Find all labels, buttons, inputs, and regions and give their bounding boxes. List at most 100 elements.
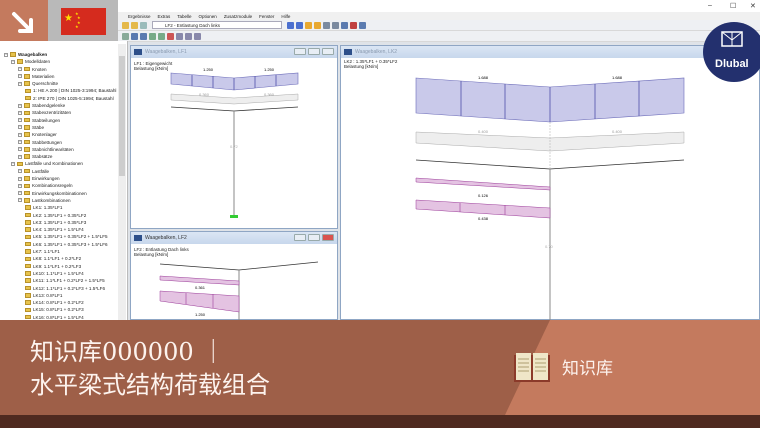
expand-icon[interactable]: − (4, 52, 8, 57)
menu-tabelle[interactable]: Tabelle (177, 14, 191, 19)
view-window-lf1[interactable]: Waagebalken, LF1 LF1 : Eigengewicht Bela… (130, 45, 338, 229)
load-value: 1.688 (612, 75, 623, 80)
view-z-icon[interactable] (167, 32, 174, 40)
load-value: 1.250 (195, 312, 206, 317)
tree-item[interactable]: 1: HE A 200 | DIN 1025-3:1994; Baustahl (25, 87, 116, 94)
render-icon[interactable] (341, 21, 348, 29)
expand-icon[interactable]: − (18, 132, 22, 137)
next-icon[interactable] (296, 21, 303, 29)
print-icon[interactable] (140, 21, 147, 29)
view-icon[interactable] (323, 21, 330, 29)
results-icon[interactable] (305, 21, 312, 29)
tree-item[interactable]: − Stabsätze (18, 153, 52, 160)
zoom-icon[interactable] (131, 32, 138, 40)
expand-icon[interactable]: − (18, 140, 22, 144)
save-icon[interactable] (131, 21, 138, 29)
load-icon[interactable] (194, 32, 201, 40)
tree-item[interactable]: − Lastfälle und Kombinationen (11, 160, 83, 167)
expand-icon[interactable]: − (18, 110, 22, 115)
tree-item[interactable]: − Materialien (18, 73, 54, 80)
expand-icon[interactable]: − (18, 183, 22, 188)
tree-item[interactable]: − Knotenlager (18, 131, 57, 138)
tree-item[interactable]: LK15: 0.8*LF1 + 0.2*LF3 (25, 306, 84, 313)
menu-fenster[interactable]: Fenster (259, 14, 274, 19)
expand-icon[interactable]: − (11, 161, 15, 166)
banner: 知识库000000 ｜ 水平梁式结构荷载组合 知识库 (0, 320, 760, 415)
expand-icon[interactable]: − (18, 147, 22, 152)
expand-icon[interactable]: − (18, 125, 22, 130)
select-icon[interactable] (122, 32, 129, 40)
expand-icon[interactable]: − (18, 191, 22, 196)
tree-item[interactable]: − Modelldaten (11, 58, 50, 65)
tree-item[interactable]: − Kombinationsregeln (18, 182, 73, 189)
expand-icon[interactable]: − (18, 74, 22, 79)
menu-ergebnisse[interactable]: Ergebnisse (128, 14, 151, 19)
tree-item[interactable]: LK7: 1.1*LF1 (25, 248, 60, 255)
tree-item[interactable]: − Lastfälle (18, 168, 49, 175)
delete-icon[interactable] (350, 21, 357, 29)
expand-icon[interactable]: − (18, 176, 22, 181)
expand-icon[interactable]: − (18, 169, 22, 174)
menu-hilfe[interactable]: Hilfe (281, 14, 290, 19)
tree-item[interactable]: − Lastkombinationen (18, 197, 71, 204)
tree-item-label: LK6: 1.35*LF1 + 0.35*LF3 + 1.5*LF6 (33, 241, 108, 247)
tree-item[interactable]: − Einwirkungskombinationen (18, 190, 87, 197)
minimize-button[interactable]: – (708, 2, 712, 9)
view-y-icon[interactable] (158, 32, 165, 40)
tree-item-label: Stabteilungen (32, 117, 61, 123)
tree-item[interactable]: LK9: 1.1*LF1 + 0.2*LF3 (25, 263, 81, 270)
view-x-icon[interactable] (149, 32, 156, 40)
table-icon[interactable] (332, 21, 339, 29)
tree-item[interactable]: − Stabteilungen (18, 117, 60, 124)
tree-item-label: Stabnichtlinearitäten (32, 146, 74, 152)
node-icon[interactable] (176, 32, 183, 40)
maximize-button[interactable]: ☐ (730, 2, 736, 10)
load-area-blue (170, 72, 299, 91)
settings-icon[interactable] (359, 21, 366, 29)
tree-item[interactable]: LK12: 1.1*LF1 + 0.2*LF3 + 1.5*LF6 (25, 285, 105, 292)
menu-optionen[interactable]: Optionen (199, 14, 217, 19)
open-icon[interactable] (122, 21, 129, 29)
tree-item[interactable]: − Stabnichtlinearitäten (18, 146, 74, 153)
scrollbar-thumb[interactable] (119, 56, 125, 176)
tree-item[interactable]: LK2: 1.35*LF1 + 0.35*LF2 (25, 212, 86, 219)
tree-item[interactable]: LK1: 1.35*LF1 (25, 204, 62, 211)
tree-item[interactable]: 2: IPE 270 | DIN 1025-5:1994; Baustahl (25, 95, 114, 102)
tree-item[interactable]: − Stabbettungen (18, 139, 62, 146)
tree-item[interactable]: LK10: 1.1*LF1 + 1.5*LF4 (25, 270, 84, 277)
view-window-lk2[interactable]: Waagebalken, LK2 LK2 : 1.35*LF1 + 0.35*L… (340, 45, 760, 321)
tree-item[interactable]: LK8: 1.1*LF1 + 0.2*LF2 (25, 255, 81, 262)
tree-item-label: LK10: 1.1*LF1 + 1.5*LF4 (33, 270, 84, 276)
prev-icon[interactable] (287, 21, 294, 29)
tree-item[interactable]: LK11: 1.1*LF1 + 0.2*LF2 + 1.5*LF5 (25, 277, 105, 284)
tree-root[interactable]: − Waagebalken (4, 51, 47, 58)
expand-icon[interactable]: − (18, 154, 22, 159)
loadcase-select[interactable]: LF2 - Entlastung Dach links (152, 21, 282, 29)
tree-item[interactable]: − Stäbe (18, 124, 44, 131)
tree-item[interactable]: − Knoten (18, 66, 47, 73)
menu-zusatzmodule[interactable]: Zusatzmodule (224, 14, 252, 19)
tree-item[interactable]: − Stabendgelenke (18, 102, 65, 109)
tree-item[interactable]: − Stabexzentrizitäten (18, 109, 71, 116)
tree-item[interactable]: LK6: 1.35*LF1 + 0.35*LF3 + 1.5*LF6 (25, 241, 108, 248)
expand-icon[interactable]: − (18, 67, 22, 71)
tree-item-label: LK15: 0.8*LF1 + 0.2*LF3 (33, 307, 84, 313)
tree-item[interactable]: LK3: 1.35*LF1 + 0.35*LF3 (25, 219, 86, 226)
close-button[interactable]: ✕ (750, 2, 756, 10)
expand-icon[interactable]: − (18, 103, 22, 108)
tree-item[interactable]: LK14: 0.8*LF1 + 0.2*LF2 (25, 299, 84, 306)
expand-icon[interactable]: − (11, 59, 15, 64)
expand-icon[interactable]: − (18, 118, 22, 123)
tree-item[interactable]: − Querschnitte (18, 80, 58, 87)
tree-item[interactable]: LK4: 1.35*LF1 + 1.5*LF4 (25, 226, 84, 233)
results-values-icon[interactable] (314, 21, 321, 29)
expand-icon[interactable]: − (18, 198, 22, 203)
expand-icon[interactable]: − (18, 81, 22, 86)
menu-extras[interactable]: Extras (158, 14, 171, 19)
member-icon[interactable] (185, 32, 192, 40)
tree-item[interactable]: − Einwirkungen (18, 175, 60, 182)
view-window-lf2[interactable]: Waagebalken, LF2 LF2 : Entlastung Dach l… (130, 231, 338, 321)
zoom-all-icon[interactable] (140, 32, 147, 40)
tree-item[interactable]: LK13: 0.8*LF1 (25, 292, 62, 299)
tree-item[interactable]: LK5: 1.35*LF1 + 0.35*LF2 + 1.5*LF5 (25, 233, 108, 240)
